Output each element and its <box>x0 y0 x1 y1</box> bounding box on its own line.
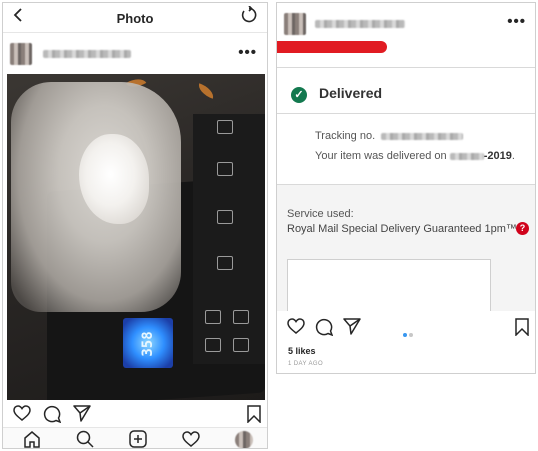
delivered-prefix: Your item was delivered on <box>315 150 447 162</box>
like-count[interactable]: 5 likes <box>288 346 316 356</box>
post-header: Photo <box>3 3 267 33</box>
service-name: Royal Mail Special Delivery Guaranteed 1… <box>287 223 517 235</box>
signature-box <box>287 259 491 311</box>
scale-button <box>217 120 233 134</box>
send-icon[interactable] <box>343 318 361 340</box>
scale-button <box>217 256 233 270</box>
scale-button <box>205 338 221 352</box>
scale-button <box>233 338 249 352</box>
avatar[interactable] <box>10 43 32 65</box>
search-icon[interactable] <box>76 430 94 448</box>
post-photo[interactable]: 358 <box>7 74 265 400</box>
screenshot-page: Photo ••• 358 ••• ✓ Delivered Tracking n… <box>0 0 538 451</box>
carousel-dot <box>409 333 413 337</box>
delivered-suffix: . <box>511 150 515 162</box>
profile-avatar[interactable] <box>235 431 253 448</box>
post-author-row: ••• <box>277 3 535 41</box>
post-actions <box>3 403 267 426</box>
post-timestamp: 1 DAY AGO <box>288 361 324 367</box>
tracking-screenshot-image[interactable]: ✓ Delivered Tracking no. Your item was d… <box>277 41 535 311</box>
bookmark-icon[interactable] <box>247 405 261 428</box>
carousel-dot-active <box>403 333 407 337</box>
scale-button <box>205 310 221 324</box>
scale-control-panel <box>193 114 265 364</box>
blurred-date <box>449 152 484 160</box>
activity-heart-icon[interactable] <box>182 431 200 448</box>
more-options-icon[interactable]: ••• <box>507 13 526 30</box>
notification-dot <box>32 448 35 449</box>
heart-icon[interactable] <box>287 318 305 339</box>
delivery-status: Delivered <box>319 85 383 101</box>
carousel-indicator <box>403 324 415 342</box>
instagram-tracking-post: ••• ✓ Delivered Tracking no. Your item w… <box>276 2 536 374</box>
help-icon[interactable]: ? <box>516 222 529 235</box>
royal-mail-red-banner <box>277 41 387 53</box>
more-options-icon[interactable]: ••• <box>238 44 257 61</box>
blurred-tracking-number <box>381 133 463 140</box>
blurred-username[interactable] <box>315 20 405 28</box>
scale-button <box>217 162 233 176</box>
scale-button <box>233 310 249 324</box>
tracking-label: Tracking no. <box>315 130 376 142</box>
delivered-year: -2019 <box>483 150 512 162</box>
post-author-row: ••• <box>3 34 267 74</box>
avatar[interactable] <box>284 13 306 35</box>
send-icon[interactable] <box>73 405 91 427</box>
divider <box>277 113 535 114</box>
scale-reading: 358 <box>140 331 156 357</box>
bottom-navigation <box>3 427 267 449</box>
scale-button <box>217 210 233 224</box>
divider <box>277 67 535 68</box>
add-post-icon[interactable] <box>129 430 147 448</box>
check-circle-icon: ✓ <box>291 87 307 103</box>
bookmark-icon[interactable] <box>515 318 529 341</box>
refresh-icon[interactable] <box>240 5 258 29</box>
home-icon[interactable] <box>23 430 41 448</box>
comment-icon[interactable] <box>315 318 334 341</box>
post-actions <box>277 315 535 337</box>
blurred-username[interactable] <box>43 50 131 58</box>
service-label: Service used: <box>287 208 354 220</box>
divider <box>277 184 535 185</box>
delivered-date-line: Your item was delivered on -2019. <box>315 150 515 162</box>
instagram-photo-post: Photo ••• 358 <box>2 2 268 449</box>
heart-icon[interactable] <box>13 405 31 426</box>
comment-icon[interactable] <box>43 405 62 428</box>
page-title: Photo <box>116 11 154 26</box>
